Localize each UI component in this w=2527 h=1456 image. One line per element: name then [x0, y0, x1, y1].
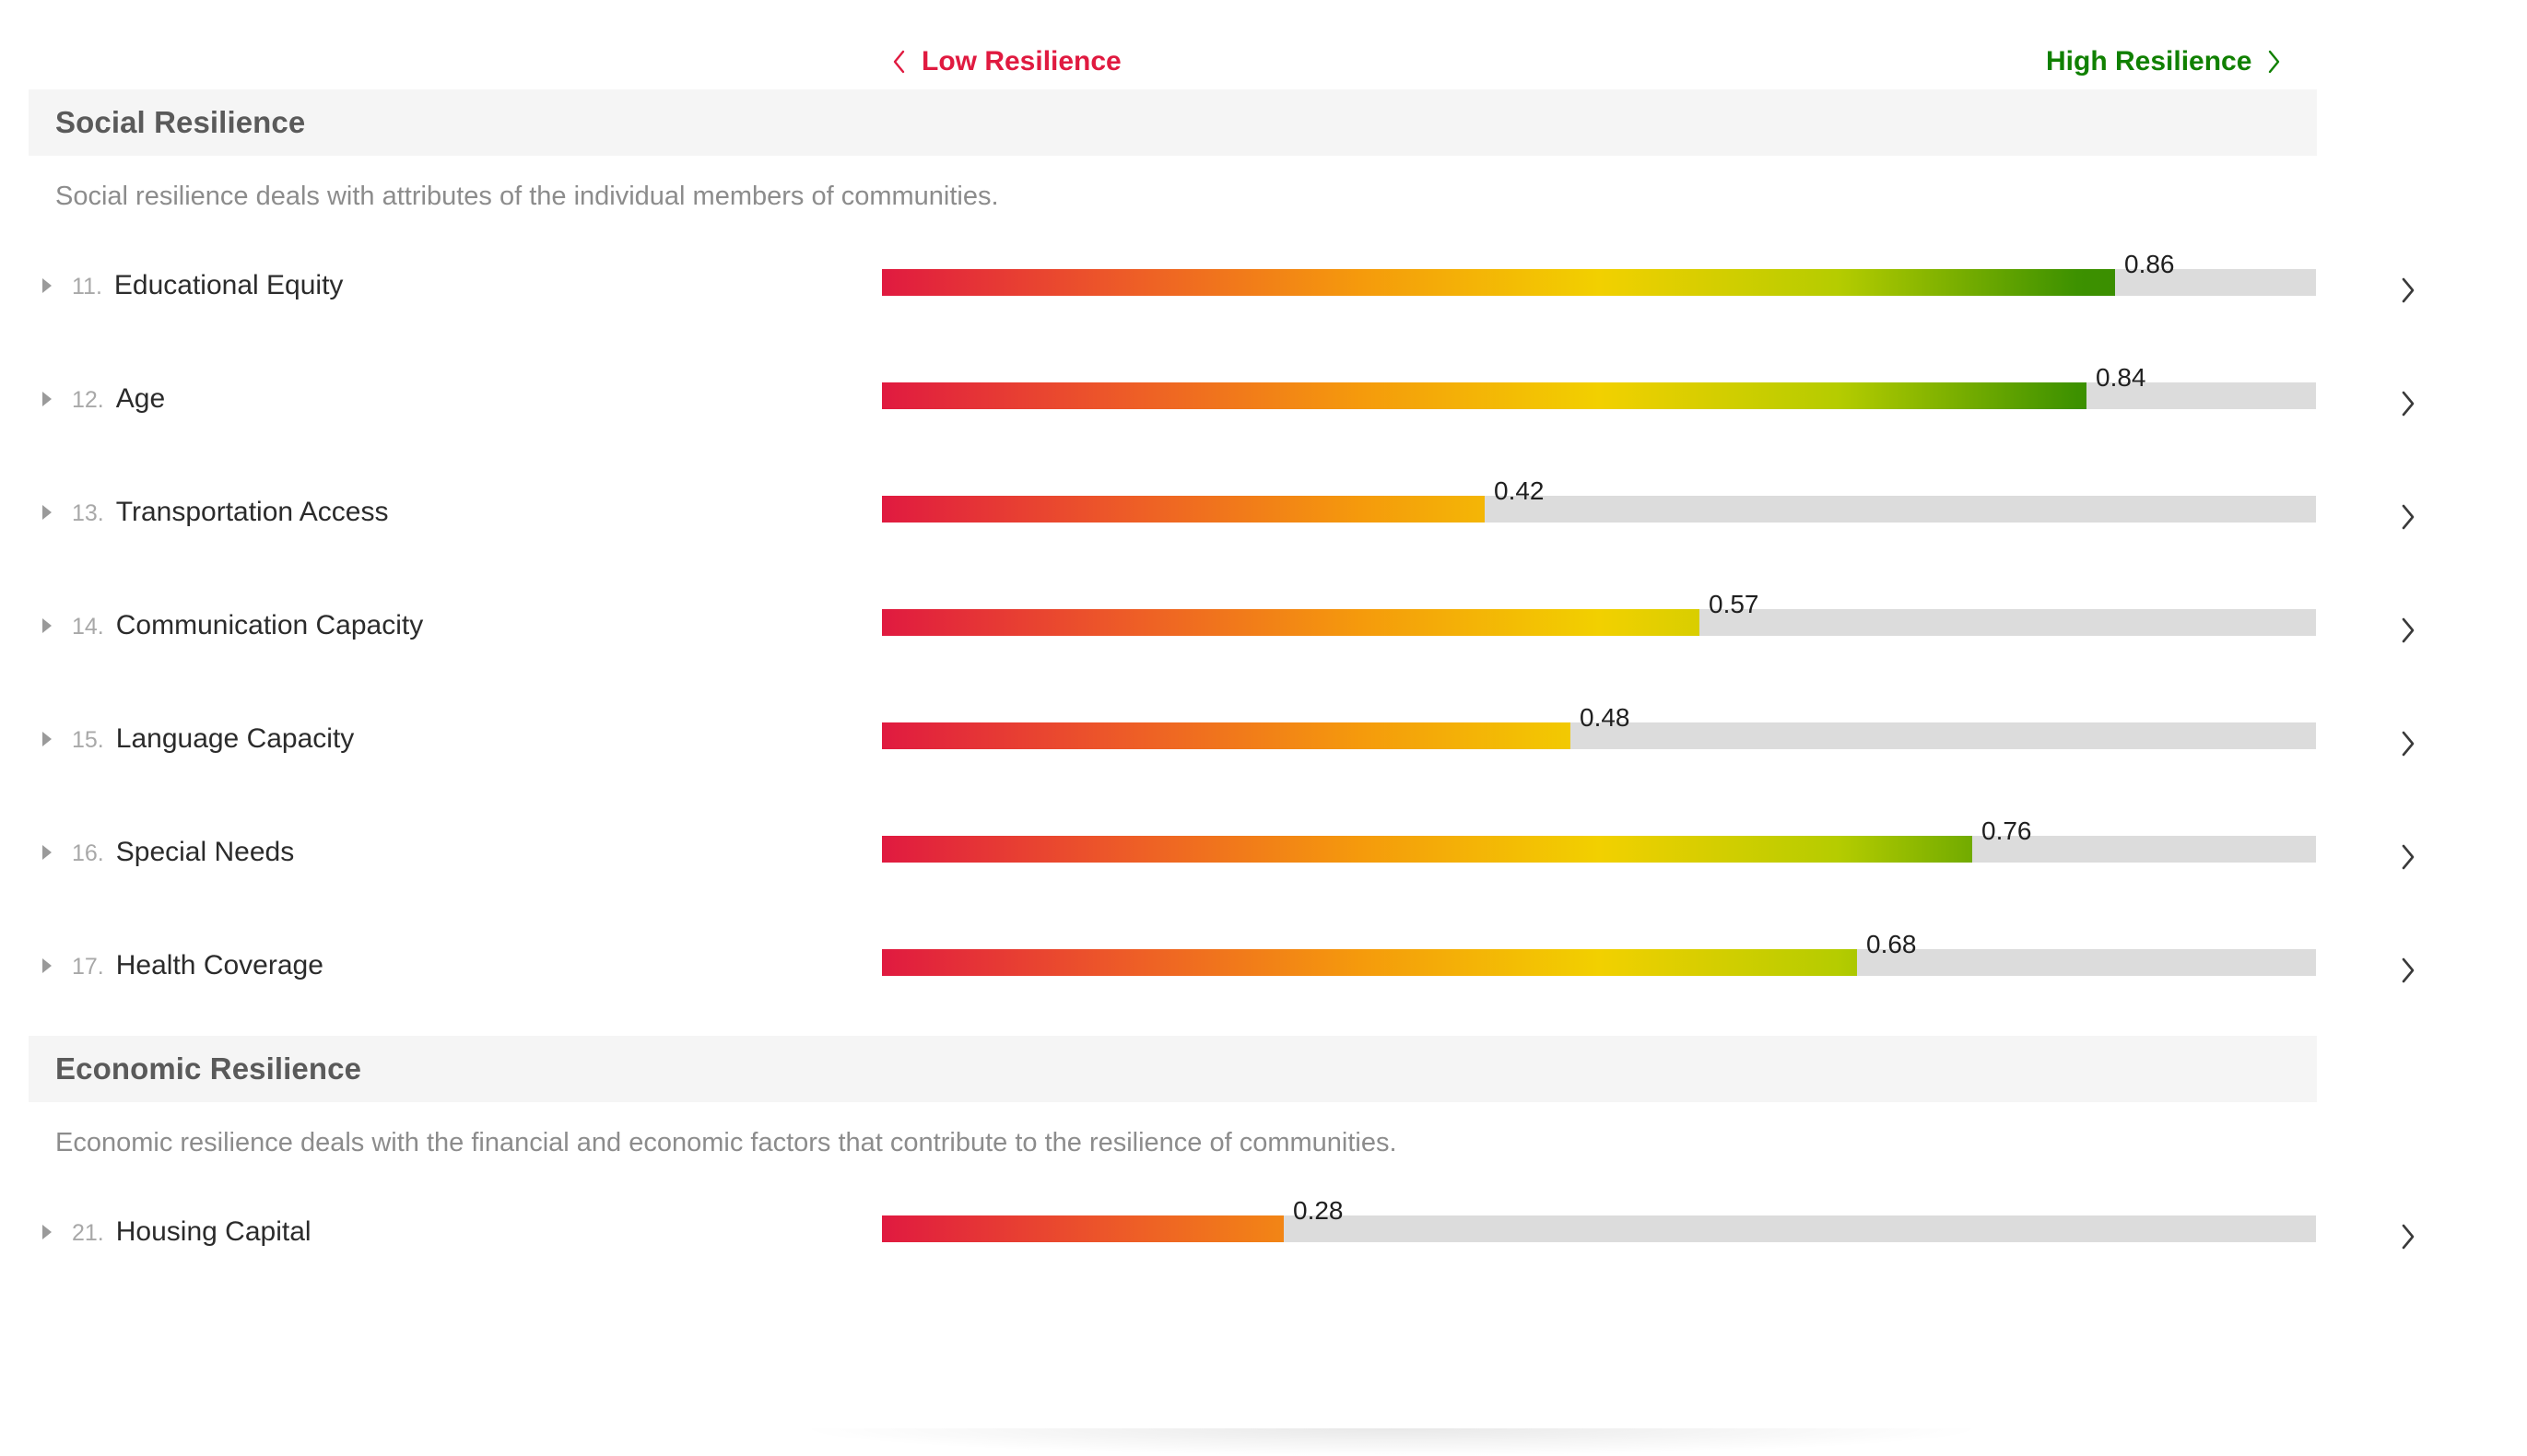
indicator-number: 11. [72, 274, 102, 299]
resilience-scale-legend: Low Resilience High Resilience [0, 0, 2527, 89]
indicator-number: 17. [72, 954, 104, 980]
indicator-label: 16. Special Needs [41, 837, 294, 868]
resilience-bar-value: 0.57 [1709, 590, 1759, 618]
low-resilience-legend[interactable]: Low Resilience [892, 46, 1122, 77]
section-description: Social resilience deals with attributes … [55, 182, 999, 211]
indicator-label: 13. Transportation Access [41, 497, 388, 528]
chevron-left-icon [892, 50, 907, 74]
bottom-scroll-shadow [793, 1428, 1991, 1456]
resilience-bar-value: 0.48 [1580, 703, 1630, 732]
indicator-row[interactable]: 12. Age 0.84 [0, 356, 2527, 469]
resilience-sections: Social Resilience Social resilience deals… [0, 89, 2527, 1302]
indicator-name: Communication Capacity [115, 610, 424, 640]
indicator-number: 12. [72, 387, 104, 413]
indicator-label: 14. Communication Capacity [41, 610, 423, 641]
indicator-name: Language Capacity [115, 723, 355, 754]
resilience-bar-fill [882, 949, 1857, 976]
indicator-row[interactable]: 14. Communication Capacity 0.57 [0, 582, 2527, 696]
row-detail-chevron-right-icon[interactable] [2400, 731, 2415, 757]
row-detail-chevron-right-icon[interactable] [2400, 844, 2415, 870]
indicator-row[interactable]: 21. Housing Capital 0.28 [0, 1189, 2527, 1302]
indicator-number: 14. [72, 614, 104, 640]
indicator-name: Age [115, 383, 166, 414]
row-detail-chevron-right-icon[interactable] [2400, 957, 2415, 983]
low-resilience-label: Low Resilience [922, 46, 1122, 76]
indicator-row[interactable]: 16. Special Needs 0.76 [0, 809, 2527, 922]
indicator-name: Special Needs [115, 837, 295, 867]
indicator-rows: 21. Housing Capital 0.28 [0, 1189, 2527, 1302]
resilience-bar-fill [882, 722, 1570, 749]
high-resilience-label: High Resilience [2046, 46, 2252, 76]
indicator-row[interactable]: 11. Educational Equity 0.86 [0, 242, 2527, 356]
indicator-number: 15. [72, 727, 104, 753]
resilience-bar-value: 0.28 [1293, 1196, 1344, 1225]
section-title: Social Resilience [55, 105, 306, 139]
resilience-bar-track: 0.68 [882, 931, 2316, 976]
section-header: Economic Resilience [29, 1036, 2317, 1102]
indicator-number: 21. [72, 1220, 104, 1246]
indicator-number: 16. [72, 840, 104, 866]
resilience-bar-fill [882, 269, 2115, 296]
resilience-bar-track: 0.57 [882, 591, 2316, 636]
resilience-section: Social Resilience Social resilience deals… [0, 89, 2527, 1036]
indicator-name: Health Coverage [115, 950, 323, 980]
resilience-bar-track: 0.84 [882, 364, 2316, 409]
resilience-bar-fill [882, 609, 1699, 636]
section-title: Economic Resilience [55, 1051, 362, 1086]
section-description: Economic resilience deals with the finan… [55, 1128, 1397, 1157]
resilience-bar-fill [882, 836, 1972, 863]
row-detail-chevron-right-icon[interactable] [2400, 617, 2415, 643]
resilience-bar-value: 0.68 [1866, 930, 1917, 958]
indicator-label: 17. Health Coverage [41, 950, 323, 981]
indicator-label: 11. Educational Equity [41, 270, 343, 301]
resilience-bar-track: 0.28 [882, 1197, 2316, 1242]
resilience-bar-value: 0.42 [1494, 476, 1545, 505]
resilience-bar-value: 0.84 [2096, 363, 2146, 392]
resilience-bar-value: 0.76 [1981, 816, 2032, 845]
indicator-name: Educational Equity [113, 270, 344, 300]
indicator-rows: 11. Educational Equity 0.86 12. Age 0.84 13. Tr… [0, 242, 2527, 1036]
row-detail-chevron-right-icon[interactable] [2400, 277, 2415, 303]
resilience-bar-track: 0.48 [882, 704, 2316, 749]
resilience-bar-track: 0.86 [882, 251, 2316, 296]
indicator-name: Housing Capital [115, 1216, 311, 1247]
indicator-number: 13. [72, 500, 104, 526]
indicator-name: Transportation Access [115, 497, 389, 527]
row-detail-chevron-right-icon[interactable] [2400, 391, 2415, 417]
row-detail-chevron-right-icon[interactable] [2400, 504, 2415, 530]
resilience-bar-fill [882, 496, 1485, 523]
resilience-section: Economic Resilience Economic resilience d… [0, 1036, 2527, 1302]
indicator-label: 21. Housing Capital [41, 1216, 311, 1248]
resilience-bar-track: 0.42 [882, 477, 2316, 523]
section-header: Social Resilience [29, 89, 2317, 156]
indicator-label: 15. Language Capacity [41, 723, 354, 755]
resilience-bar-value: 0.86 [2124, 250, 2175, 278]
chevron-right-icon [2266, 50, 2281, 74]
indicator-row[interactable]: 15. Language Capacity 0.48 [0, 696, 2527, 809]
indicator-row[interactable]: 13. Transportation Access 0.42 [0, 469, 2527, 582]
indicator-label: 12. Age [41, 383, 165, 415]
indicator-row[interactable]: 17. Health Coverage 0.68 [0, 922, 2527, 1036]
resilience-bar-fill [882, 382, 2086, 409]
resilience-bar-track: 0.76 [882, 817, 2316, 863]
resilience-bar-fill [882, 1215, 1284, 1242]
high-resilience-legend[interactable]: High Resilience [2046, 46, 2281, 77]
row-detail-chevron-right-icon[interactable] [2400, 1224, 2415, 1250]
